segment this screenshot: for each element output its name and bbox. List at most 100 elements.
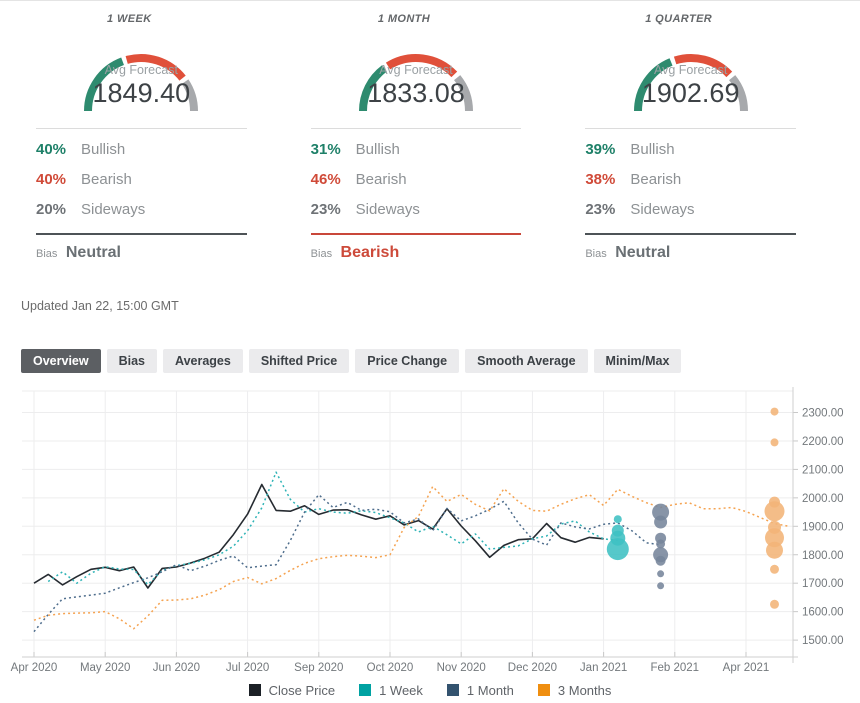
chart-tabs: Overview Bias Averages Shifted Price Pri… xyxy=(21,349,860,373)
forecast-bubble-1-week xyxy=(607,538,629,560)
card-period-title: 1 QUARTER xyxy=(573,13,784,25)
bullish-pct: 40% xyxy=(36,141,72,158)
sideways-stat: 20% Sideways xyxy=(36,201,247,219)
bearish-label: Bearish xyxy=(630,171,681,188)
legend-item-1-month: 1 Month xyxy=(447,683,514,698)
legend-swatch xyxy=(359,684,371,696)
tab-bias[interactable]: Bias xyxy=(107,349,157,373)
forecast-bubble-3-months xyxy=(770,600,779,609)
y-tick-label: 1800.00 xyxy=(802,550,844,562)
forecast-card-1-week: 1 WEEK Avg Forecast 1849.40 40% Bullish 4… xyxy=(18,7,293,262)
forecast-bubble-3-months xyxy=(771,438,779,446)
bullish-stat: 31% Bullish xyxy=(311,141,522,159)
forecast-bubble-1-month xyxy=(657,570,664,577)
avg-forecast-label: Avg Forecast xyxy=(341,63,491,77)
gauge: Avg Forecast 1849.40 xyxy=(66,33,216,115)
legend-item-close-price: Close Price xyxy=(249,683,335,698)
x-tick-label: Apr 2021 xyxy=(723,662,770,674)
bullish-pct: 31% xyxy=(311,141,347,158)
sideways-pct: 23% xyxy=(585,201,621,218)
bias-divider xyxy=(36,233,247,235)
avg-forecast-value: 1849.40 xyxy=(66,78,216,109)
series-line-1-month xyxy=(34,495,661,632)
y-tick-label: 2200.00 xyxy=(802,436,844,448)
bias-row: Bias Neutral xyxy=(585,244,796,262)
y-tick-label: 2300.00 xyxy=(802,408,844,420)
bias-value: Neutral xyxy=(615,244,670,261)
bullish-stat: 39% Bullish xyxy=(585,141,796,159)
bullish-label: Bullish xyxy=(630,141,674,158)
x-tick-label: May 2020 xyxy=(80,662,131,674)
card-period-title: 1 WEEK xyxy=(24,13,235,25)
legend-label: 3 Months xyxy=(558,683,611,698)
bearish-pct: 38% xyxy=(585,171,621,188)
gauge-center: Avg Forecast 1849.40 xyxy=(66,63,216,109)
price-forecast-chart: Apr 2020 May 2020 Jun 2020 Jul 2020 Sep 2020… xyxy=(0,387,860,679)
y-tick-label: 1600.00 xyxy=(802,607,844,619)
forecast-bubble-3-months xyxy=(770,565,779,574)
divider xyxy=(36,128,247,129)
tab-smooth-average[interactable]: Smooth Average xyxy=(465,349,587,373)
bias-value: Bearish xyxy=(341,244,400,261)
x-tick-label: Oct 2020 xyxy=(367,662,414,674)
bias-value: Neutral xyxy=(66,244,121,261)
y-tick-label: 1900.00 xyxy=(802,521,844,533)
sideways-pct: 20% xyxy=(36,201,72,218)
bias-row: Bias Neutral xyxy=(36,244,247,262)
x-tick-label: Jul 2020 xyxy=(226,662,269,674)
bearish-stat: 38% Bearish xyxy=(585,171,796,189)
updated-timestamp: Updated Jan 22, 15:00 GMT xyxy=(21,299,860,313)
x-tick-label: Feb 2021 xyxy=(650,662,699,674)
gauge: Avg Forecast 1833.08 xyxy=(341,33,491,115)
x-tick-label: Dec 2020 xyxy=(508,662,557,674)
bullish-stat: 40% Bullish xyxy=(36,141,247,159)
sideways-label: Sideways xyxy=(81,201,145,218)
bias-label: Bias xyxy=(311,248,332,260)
forecast-bubble-1-month xyxy=(657,582,664,589)
legend-label: Close Price xyxy=(269,683,335,698)
y-tick-label: 2100.00 xyxy=(802,464,844,476)
sideways-pct: 23% xyxy=(311,201,347,218)
legend-item-1-week: 1 Week xyxy=(359,683,423,698)
tab-minim-max[interactable]: Minim/Max xyxy=(594,349,682,373)
forecast-bubble-1-week xyxy=(614,515,622,523)
forecast-card-1-month: 1 MONTH Avg Forecast 1833.08 31%Bullish … xyxy=(293,7,568,262)
bias-divider xyxy=(311,233,522,235)
tab-price-change[interactable]: Price Change xyxy=(355,349,459,373)
legend-swatch xyxy=(249,684,261,696)
forecast-bubble-3-months xyxy=(771,408,779,416)
legend-label: 1 Month xyxy=(467,683,514,698)
bullish-label: Bullish xyxy=(356,141,400,158)
gauge-center: Avg Forecast 1833.08 xyxy=(341,63,491,109)
bearish-stat: 40%Bearish xyxy=(36,171,247,189)
bearish-stat: 46%Bearish xyxy=(311,171,522,189)
gauge: Avg Forecast 1902.69 xyxy=(616,33,766,115)
series-line-3-months xyxy=(34,487,789,629)
legend-label: 1 Week xyxy=(379,683,423,698)
avg-forecast-value: 1902.69 xyxy=(616,78,766,109)
chart-area: Apr 2020 May 2020 Jun 2020 Jul 2020 Sep 2020… xyxy=(0,387,860,701)
x-tick-label: Nov 2020 xyxy=(437,662,486,674)
sideways-stat: 23% Sideways xyxy=(311,201,522,219)
bias-label: Bias xyxy=(585,248,606,260)
x-tick-label: Jun 2020 xyxy=(153,662,200,674)
y-tick-label: 1500.00 xyxy=(802,635,844,647)
forecast-poll-widget: 1 WEEK Avg Forecast 1849.40 40% Bullish 4… xyxy=(0,0,860,703)
sideways-stat: 23%Sideways xyxy=(585,201,796,219)
divider xyxy=(311,128,522,129)
bias-label: Bias xyxy=(36,248,57,260)
bias-divider xyxy=(585,233,796,235)
x-tick-label: Apr 2020 xyxy=(11,662,58,674)
tab-averages[interactable]: Averages xyxy=(163,349,243,373)
x-tick-label: Sep 2020 xyxy=(294,662,343,674)
tab-overview[interactable]: Overview xyxy=(21,349,101,373)
forecast-bubble-1-month xyxy=(654,516,667,529)
sideways-label: Sideways xyxy=(356,201,420,218)
bullish-label: Bullish xyxy=(81,141,125,158)
forecast-cards-row: 1 WEEK Avg Forecast 1849.40 40% Bullish 4… xyxy=(0,1,860,262)
bullish-pct: 39% xyxy=(585,141,621,158)
divider xyxy=(585,128,796,129)
tab-shifted-price[interactable]: Shifted Price xyxy=(249,349,349,373)
forecast-bubble-3-months xyxy=(766,542,783,559)
legend-swatch xyxy=(447,684,459,696)
